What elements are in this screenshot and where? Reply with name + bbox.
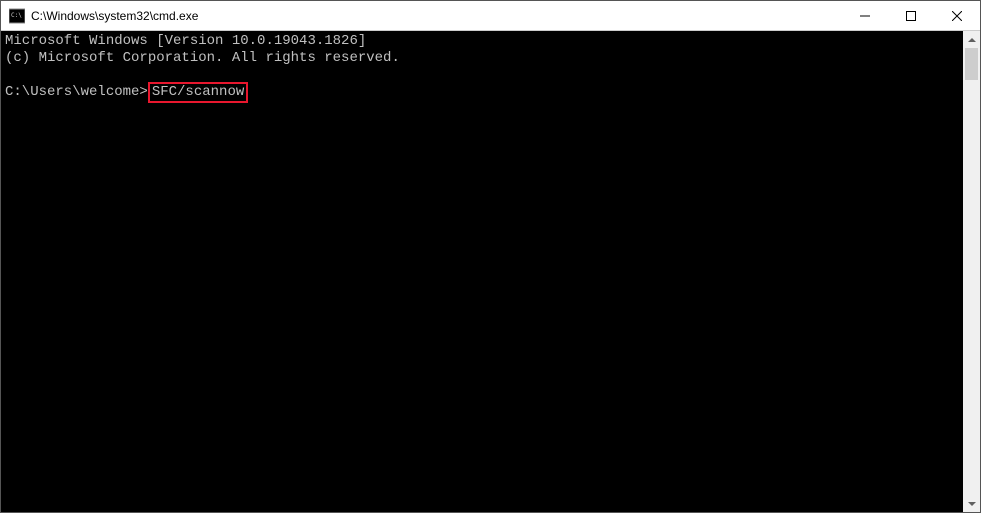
- maximize-button[interactable]: [888, 1, 934, 30]
- scroll-up-button[interactable]: [963, 31, 980, 48]
- command-text: SFC/scannow: [152, 84, 244, 100]
- svg-text:C:\: C:\: [11, 12, 22, 19]
- terminal-area: Microsoft Windows [Version 10.0.19043.18…: [1, 31, 980, 512]
- vertical-scrollbar[interactable]: [963, 31, 980, 512]
- scrollbar-thumb[interactable]: [965, 48, 978, 80]
- blank-line: [5, 67, 963, 84]
- terminal-output[interactable]: Microsoft Windows [Version 10.0.19043.18…: [1, 31, 963, 512]
- cmd-window: C:\ C:\Windows\system32\cmd.exe Microsof…: [0, 0, 981, 513]
- command-highlight: SFC/scannow: [148, 82, 248, 103]
- minimize-button[interactable]: [842, 1, 888, 30]
- window-title: C:\Windows\system32\cmd.exe: [31, 9, 842, 23]
- cmd-icon: C:\: [9, 8, 25, 24]
- copyright-line: (c) Microsoft Corporation. All rights re…: [5, 50, 963, 67]
- version-line: Microsoft Windows [Version 10.0.19043.18…: [5, 33, 963, 50]
- window-controls: [842, 1, 980, 30]
- titlebar[interactable]: C:\ C:\Windows\system32\cmd.exe: [1, 1, 980, 31]
- prompt-text: C:\Users\welcome>: [5, 84, 148, 100]
- scroll-down-button[interactable]: [963, 495, 980, 512]
- prompt-line: C:\Users\welcome>SFC/scannow: [5, 83, 963, 102]
- scrollbar-track[interactable]: [963, 48, 980, 495]
- close-button[interactable]: [934, 1, 980, 30]
